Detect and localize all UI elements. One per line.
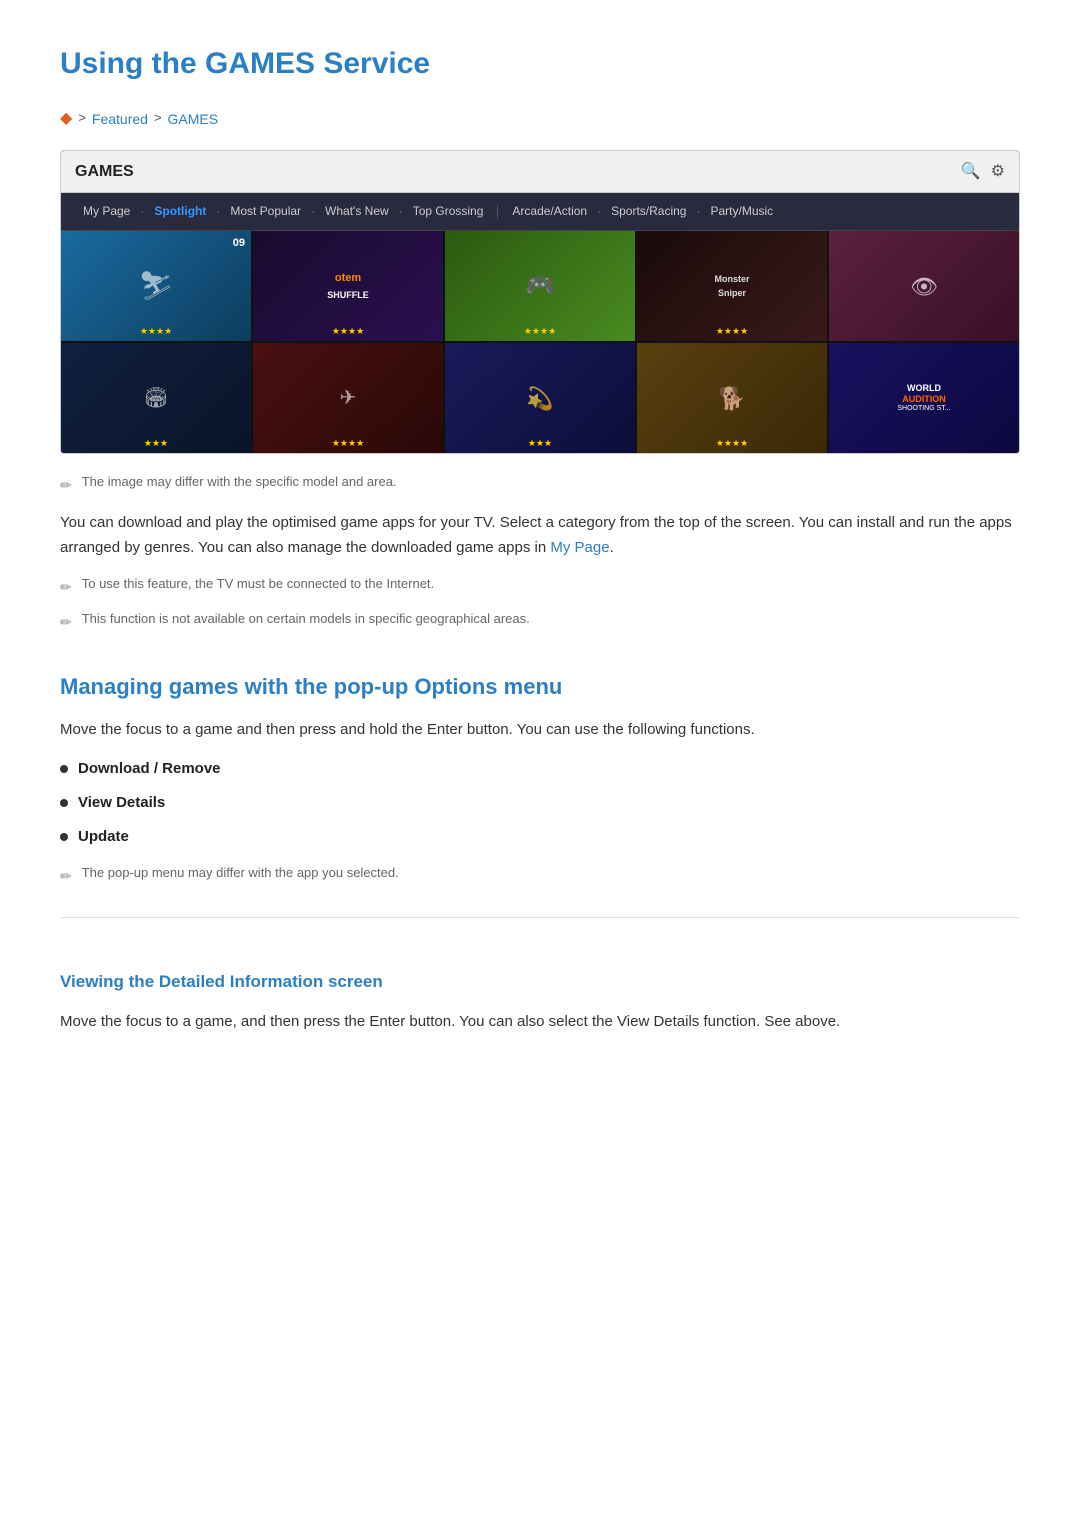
options-list: Download / Remove View Details Update bbox=[60, 757, 1020, 849]
section2-title: Managing games with the pop-up Options m… bbox=[60, 669, 1020, 704]
home-icon: ◆ bbox=[60, 106, 72, 132]
page-title: Using the GAMES Service bbox=[60, 40, 1020, 88]
bullet-dot-3 bbox=[60, 833, 68, 841]
list-item-viewdetails-text: View Details bbox=[78, 791, 165, 815]
section3-wrapper: Viewing the Detailed Information screen … bbox=[60, 917, 1020, 1034]
game-cell-6: 🏟 ★★★ bbox=[61, 343, 251, 453]
game-cell-3: 🎮 ★★★★ bbox=[445, 231, 635, 341]
list-item-update-text: Update bbox=[78, 825, 129, 849]
search-icon: 🔍 bbox=[961, 159, 981, 185]
games-ui-screenshot: GAMES 🔍 ⚙ My Page · Spotlight · Most Pop… bbox=[60, 150, 1020, 455]
games-header-icons: 🔍 ⚙ bbox=[961, 159, 1005, 185]
list-item-download: Download / Remove bbox=[60, 757, 1020, 781]
note-popup: ✏ The pop-up menu may differ with the ap… bbox=[60, 863, 1020, 887]
pencil-icon-4: ✏ bbox=[60, 865, 72, 887]
nav-spotlight: Spotlight bbox=[146, 199, 214, 224]
list-item-download-text: Download / Remove bbox=[78, 757, 221, 781]
game-cell-9: 🐕 ★★★★ bbox=[637, 343, 827, 453]
games-ui-title: GAMES bbox=[75, 159, 134, 185]
nav-sports: Sports/Racing bbox=[603, 199, 694, 224]
pencil-icon-2: ✏ bbox=[60, 576, 72, 598]
settings-icon: ⚙ bbox=[991, 159, 1005, 185]
note-availability: ✏ This function is not available on cert… bbox=[60, 609, 1020, 633]
nav-mostpopular: Most Popular bbox=[222, 199, 309, 224]
list-item-viewdetails: View Details bbox=[60, 791, 1020, 815]
bullet-dot-2 bbox=[60, 799, 68, 807]
game-cell-7: ✈ ★★★★ bbox=[253, 343, 443, 453]
game-cell-10: WORLD AUDITION SHOOTING ST... bbox=[829, 343, 1019, 453]
game-cell-5: 👁 bbox=[829, 231, 1019, 341]
breadcrumb-sep-2: > bbox=[154, 108, 162, 129]
breadcrumb-sep-1: > bbox=[78, 108, 86, 129]
breadcrumb: ◆ > Featured > GAMES bbox=[60, 106, 1020, 132]
note-availability-text: This function is not available on certai… bbox=[82, 609, 530, 630]
game-cell-1: ⛷ ★★★★ 09 bbox=[61, 231, 251, 341]
games-nav: My Page · Spotlight · Most Popular · Wha… bbox=[61, 193, 1019, 231]
note-popup-text: The pop-up menu may differ with the app … bbox=[82, 863, 399, 884]
nav-mypage: My Page bbox=[75, 199, 138, 224]
games-ui-header: GAMES 🔍 ⚙ bbox=[61, 151, 1019, 194]
nav-whatsnew: What's New bbox=[317, 199, 397, 224]
bullet-dot-1 bbox=[60, 765, 68, 773]
section3-body: Move the focus to a game, and then press… bbox=[60, 1010, 1020, 1035]
breadcrumb-featured[interactable]: Featured bbox=[92, 108, 148, 130]
breadcrumb-games[interactable]: GAMES bbox=[168, 108, 219, 130]
section2-body: Move the focus to a game and then press … bbox=[60, 718, 1020, 743]
game-cell-2: otem SHUFFLE ★★★★ bbox=[253, 231, 443, 341]
pencil-icon-3: ✏ bbox=[60, 611, 72, 633]
note-image-disclaimer: ✏ The image may differ with the specific… bbox=[60, 472, 1020, 496]
game-cell-8: 💫 ★★★ bbox=[445, 343, 635, 453]
pencil-icon-1: ✏ bbox=[60, 474, 72, 496]
note-image-disclaimer-text: The image may differ with the specific m… bbox=[82, 472, 397, 493]
note-internet-text: To use this feature, the TV must be conn… bbox=[82, 574, 434, 595]
game-cell-4: Monster Sniper ★★★★ bbox=[637, 231, 827, 341]
note-internet: ✏ To use this feature, the TV must be co… bbox=[60, 574, 1020, 598]
my-page-link[interactable]: My Page bbox=[550, 539, 609, 556]
section3-title: Viewing the Detailed Information screen bbox=[60, 968, 1020, 995]
games-grid: ⛷ ★★★★ 09 otem SHUFFLE ★★★★ 🎮 ★★★★ bbox=[61, 231, 1019, 453]
nav-arcade: Arcade/Action bbox=[504, 199, 595, 224]
nav-topgrossing: Top Grossing bbox=[405, 199, 492, 224]
body-text-1: You can download and play the optimised … bbox=[60, 511, 1020, 561]
list-item-update: Update bbox=[60, 825, 1020, 849]
nav-party: Party/Music bbox=[702, 199, 781, 224]
